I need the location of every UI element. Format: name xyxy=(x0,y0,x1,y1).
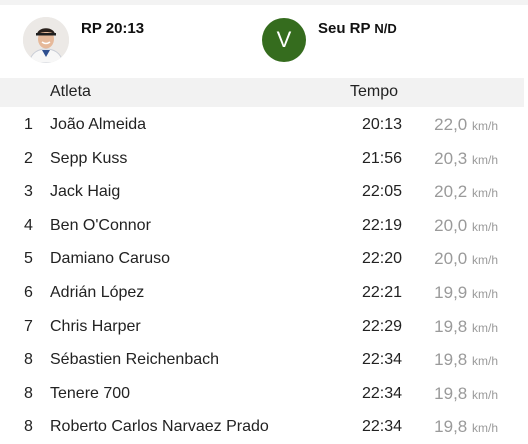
elapsed-time: 22:29 xyxy=(361,317,402,335)
table-row[interactable]: 8 Roberto Carlos Narvaez Prado 22:34 19,… xyxy=(0,410,524,444)
rank: 5 xyxy=(24,250,33,268)
athlete-name[interactable]: Adrián López xyxy=(50,284,144,302)
your-pr-label: Seu RP xyxy=(318,20,371,37)
speed-value: 20,2 xyxy=(434,182,468,202)
elapsed-time: 21:56 xyxy=(361,149,402,167)
pr-value: 20:13 xyxy=(105,20,145,37)
column-header-time: Tempo xyxy=(350,83,399,100)
athlete-name[interactable]: Roberto Carlos Narvaez Prado xyxy=(50,418,269,436)
speed-unit: km/h xyxy=(471,219,498,234)
table-row[interactable]: 1 João Almeida 20:13 22,0 km/h xyxy=(0,108,524,142)
table-row[interactable]: 5 Damiano Caruso 22:20 20,0 km/h xyxy=(0,242,524,276)
athlete-name[interactable]: Damiano Caruso xyxy=(50,250,170,268)
average-speed: 20,0 km/h xyxy=(434,249,498,269)
leaderboard-header: RP 20:13 V Seu RP N/D xyxy=(0,0,528,78)
athlete-name[interactable]: Ben O'Connor xyxy=(50,217,151,235)
athlete-avatar[interactable] xyxy=(23,17,69,63)
elapsed-time: 22:19 xyxy=(361,216,402,234)
elapsed-time: 22:05 xyxy=(361,183,402,201)
speed-unit: km/h xyxy=(471,186,498,201)
average-speed: 20,3 km/h xyxy=(434,149,498,169)
speed-unit: km/h xyxy=(471,152,498,167)
pr-label: RP xyxy=(81,20,102,37)
speed-value: 20,0 xyxy=(434,249,468,269)
elapsed-time: 22:34 xyxy=(361,351,402,369)
table-row[interactable]: 8 Sébastien Reichenbach 22:34 19,8 km/h xyxy=(0,343,524,377)
elapsed-time: 22:21 xyxy=(361,283,402,301)
speed-value: 20,3 xyxy=(434,148,468,168)
average-speed: 19,8 km/h xyxy=(434,350,498,370)
athlete-name[interactable]: Sepp Kuss xyxy=(50,150,127,168)
table-row[interactable]: 6 Adrián López 22:21 19,9 km/h xyxy=(0,276,524,310)
speed-value: 22,0 xyxy=(434,115,468,134)
your-pr-record: Seu RP N/D xyxy=(318,20,397,37)
rank: 3 xyxy=(24,183,33,201)
rank: 1 xyxy=(24,116,33,133)
leaderboard-rows: 1 João Almeida 20:13 22,0 km/h 2 Sepp Ku… xyxy=(0,108,524,444)
average-speed: 20,2 km/h xyxy=(434,182,498,202)
rank: 2 xyxy=(24,149,33,167)
rank: 8 xyxy=(24,384,33,402)
your-pr-value: N/D xyxy=(374,21,397,36)
speed-unit: km/h xyxy=(471,354,498,369)
rank: 8 xyxy=(24,418,33,436)
speed-unit: km/h xyxy=(471,119,498,133)
elapsed-time: 22:34 xyxy=(361,384,402,402)
speed-value: 20,0 xyxy=(434,215,468,235)
table-row[interactable]: 2 Sepp Kuss 21:56 20,3 km/h xyxy=(0,142,524,176)
elapsed-time: 22:34 xyxy=(361,418,402,436)
athlete-name[interactable]: Sébastien Reichenbach xyxy=(50,351,219,369)
speed-value: 19,8 xyxy=(434,316,468,336)
speed-value: 19,8 xyxy=(434,417,468,437)
average-speed: 20,0 km/h xyxy=(434,216,498,236)
rank: 4 xyxy=(24,216,33,234)
table-row[interactable]: 3 Jack Haig 22:05 20,2 km/h xyxy=(0,175,524,209)
segment-leaderboard: RP 20:13 V Seu RP N/D Atleta Tempo 1 Joã… xyxy=(0,0,528,443)
table-row[interactable]: 7 Chris Harper 22:29 19,8 km/h xyxy=(0,310,524,344)
athlete-name[interactable]: Tenere 700 xyxy=(50,385,130,403)
table-row[interactable]: 8 Tenere 700 22:34 19,8 km/h xyxy=(0,377,524,411)
table-header: Atleta Tempo xyxy=(0,78,524,107)
speed-value: 19,8 xyxy=(434,350,468,370)
average-speed: 19,8 km/h xyxy=(434,384,498,404)
elapsed-time: 20:13 xyxy=(361,116,402,133)
average-speed: 19,8 km/h xyxy=(434,417,498,437)
table-row[interactable]: 4 Ben O'Connor 22:19 20,0 km/h xyxy=(0,209,524,243)
athlete-photo-icon xyxy=(23,17,69,63)
speed-unit: km/h xyxy=(471,320,498,335)
speed-unit: km/h xyxy=(471,253,498,268)
column-header-athlete: Atleta xyxy=(50,83,91,100)
speed-value: 19,8 xyxy=(434,383,468,403)
athlete-name[interactable]: Chris Harper xyxy=(50,318,141,336)
elapsed-time: 22:20 xyxy=(361,250,402,268)
average-speed: 19,8 km/h xyxy=(434,317,498,337)
speed-unit: km/h xyxy=(471,286,498,301)
average-speed: 19,9 km/h xyxy=(434,283,498,303)
speed-unit: km/h xyxy=(471,421,498,436)
athlete-name[interactable]: Jack Haig xyxy=(50,183,120,201)
speed-value: 19,9 xyxy=(434,282,468,302)
user-avatar[interactable]: V xyxy=(262,18,306,62)
average-speed: 22,0 km/h xyxy=(434,115,498,135)
athlete-name[interactable]: João Almeida xyxy=(50,116,146,134)
rank: 6 xyxy=(24,283,33,301)
rank: 7 xyxy=(24,317,33,335)
pr-record: RP 20:13 xyxy=(81,20,144,37)
speed-unit: km/h xyxy=(471,387,498,402)
rank: 8 xyxy=(24,351,33,369)
